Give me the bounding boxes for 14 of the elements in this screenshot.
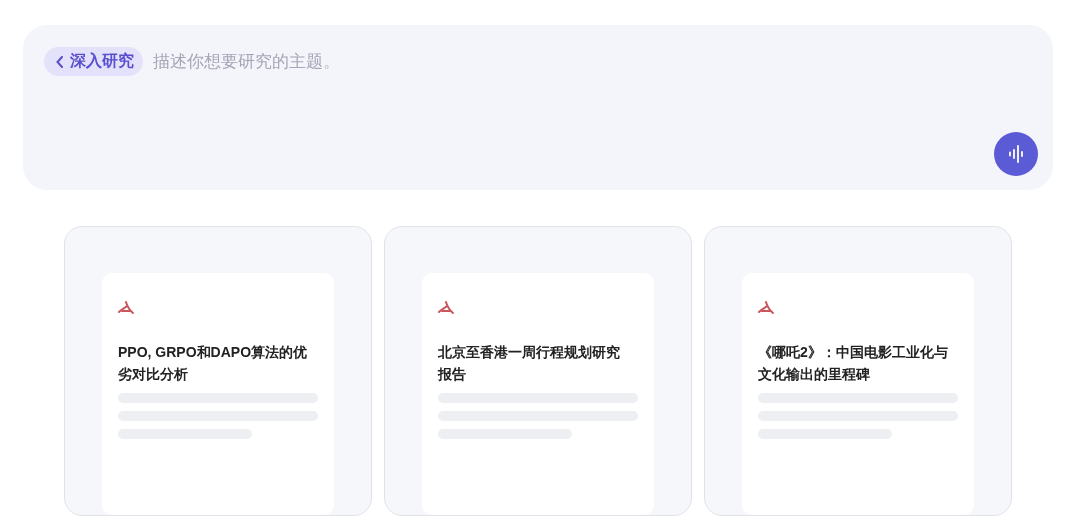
mode-chip[interactable]: 深入研究	[44, 47, 143, 76]
pdf-icon	[438, 301, 454, 315]
pdf-icon	[758, 301, 774, 315]
report-title: PPO, GRPO和DAPO算法的优劣对比分析	[118, 343, 309, 384]
report-title: 北京至香港一周行程规划研究报告	[438, 343, 621, 384]
voice-icon	[1008, 145, 1024, 163]
voice-button[interactable]	[994, 132, 1038, 176]
report-card[interactable]: PPO, GRPO和DAPO算法的优劣对比分析	[64, 226, 372, 516]
report-title: 《哪吒2》：中国电影工业化与文化输出的里程碑	[758, 343, 949, 384]
report-card[interactable]: 北京至香港一周行程规划研究报告	[384, 226, 692, 516]
topic-field[interactable]: 描述你想要研究的主题。	[153, 47, 1038, 76]
report-card[interactable]: 《哪吒2》：中国电影工业化与文化输出的里程碑	[704, 226, 1012, 516]
pdf-icon	[118, 301, 134, 315]
back-icon	[56, 55, 64, 68]
